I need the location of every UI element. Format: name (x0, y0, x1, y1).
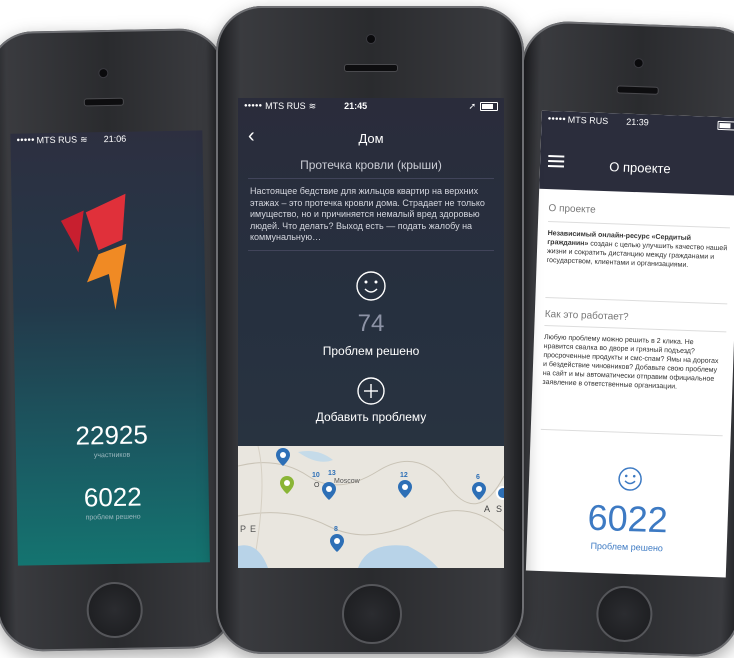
center-phone-camera (366, 34, 376, 44)
map-city-moscow: Moscow (334, 478, 360, 485)
map-pin-label: 6 (476, 474, 480, 481)
center-status-bar: ●●●●● MTS RUS ≋ 21:45 ➚ (238, 98, 504, 114)
map-text: P (240, 524, 247, 534)
right-phone-camera (633, 57, 644, 69)
wifi-icon: ≋ (80, 133, 88, 145)
left-phone: ●●●●● MTS RUS ≋ 21:06 22925 участников 6… (0, 27, 236, 653)
user-location-dot (496, 486, 504, 500)
add-problem-label: Добавить проблему (315, 410, 427, 424)
center-phone-screen: ●●●●● MTS RUS ≋ 21:45 ➚ ‹ Дом Протечка к… (238, 98, 504, 568)
center-solved-count: 74 (357, 310, 385, 337)
wifi-icon: ≋ (308, 100, 317, 111)
divider (544, 324, 727, 333)
right-phone-screen: ●●●●● MTS RUS 21:39 О проекте О проекте … (525, 110, 734, 578)
section-about-title: О проекте (548, 203, 596, 216)
map-pin[interactable] (322, 482, 336, 500)
map-pin-green[interactable] (280, 476, 294, 494)
app-logo-icon (60, 193, 127, 310)
signal-dots-icon: ●●●●● (244, 103, 263, 109)
map-pin-label: 10 (312, 472, 320, 479)
map-pin[interactable] (330, 534, 344, 552)
center-home-button[interactable] (342, 584, 402, 644)
right-status-time: 21:39 (626, 116, 649, 128)
participants-count: 22925 (75, 419, 149, 451)
right-status-carrier: MTS RUS (567, 114, 609, 127)
problem-description: Настоящее бедствие для жильцов квартир н… (250, 186, 485, 242)
center-phone-speaker (344, 64, 398, 72)
map-pin[interactable] (276, 448, 290, 466)
center-status-time: 21:45 (344, 101, 368, 111)
add-problem-button[interactable]: Добавить проблему (238, 372, 504, 432)
divider (248, 250, 494, 251)
location-arrow-icon: ➚ (468, 100, 476, 111)
map-pin[interactable] (472, 482, 486, 500)
right-header: ●●●●● MTS RUS 21:39 О проекте (539, 110, 734, 196)
map-text: O (314, 482, 320, 489)
left-solved-count: 6022 (83, 481, 142, 513)
left-home-button[interactable] (86, 581, 144, 639)
map-text: E (250, 524, 257, 534)
center-phone: ●●●●● MTS RUS ≋ 21:45 ➚ ‹ Дом Протечка к… (216, 6, 524, 654)
center-status-carrier: MTS RUS (265, 101, 306, 111)
right-home-button[interactable] (595, 584, 654, 643)
logo-shard-bottom (86, 243, 127, 310)
divider (545, 296, 728, 305)
center-nav-title: Дом (358, 131, 384, 146)
section-how-text: Любую проблему можно решить в 2 клика. Н… (542, 333, 719, 391)
section-about-text: Независимый онлайн-ресурс «Сердитый граж… (547, 229, 728, 271)
center-solved-label: Проблем решено (322, 344, 420, 358)
divider (248, 178, 494, 179)
plus-circle-icon (357, 377, 385, 405)
map-pin-label: 13 (328, 470, 336, 477)
left-status-bar: ●●●●● MTS RUS ≋ 21:06 (10, 130, 202, 147)
right-solved-count: 6022 (586, 496, 669, 541)
map-pin-label: 12 (400, 472, 408, 479)
signal-dots-icon: ●●●●● (16, 137, 35, 144)
right-nav-title: О проекте (609, 159, 671, 177)
battery-icon (717, 120, 734, 131)
left-status-carrier: MTS RUS (36, 134, 78, 146)
divider (540, 428, 723, 437)
logo-shard-top (85, 193, 126, 251)
map-pin[interactable] (398, 480, 412, 498)
section-how-title: Как это работает? (544, 308, 629, 323)
divider (548, 221, 730, 229)
right-phone-speaker (616, 85, 659, 95)
left-phone-camera (98, 68, 109, 79)
problem-subtitle: Протечка кровли (крыши) (300, 158, 442, 172)
map-text: S (496, 504, 503, 514)
left-status-time: 21:06 (103, 133, 127, 145)
map-text: A (484, 504, 491, 514)
smiley-icon (618, 467, 642, 491)
signal-dots-icon: ●●●●● (547, 115, 566, 123)
left-phone-speaker (83, 97, 124, 107)
map-pin-label: 8 (334, 526, 338, 533)
problem-map[interactable]: 10 O 13 Moscow 12 6 A S P E 8 (238, 446, 504, 568)
logo-shard-left (60, 210, 84, 253)
left-phone-screen: ●●●●● MTS RUS ≋ 21:06 22925 участников 6… (10, 130, 210, 566)
right-phone: ●●●●● MTS RUS 21:39 О проекте О проекте … (501, 20, 734, 658)
right-status-bar: ●●●●● MTS RUS 21:39 (541, 111, 734, 134)
battery-icon (480, 101, 498, 111)
smiley-icon (356, 271, 386, 301)
